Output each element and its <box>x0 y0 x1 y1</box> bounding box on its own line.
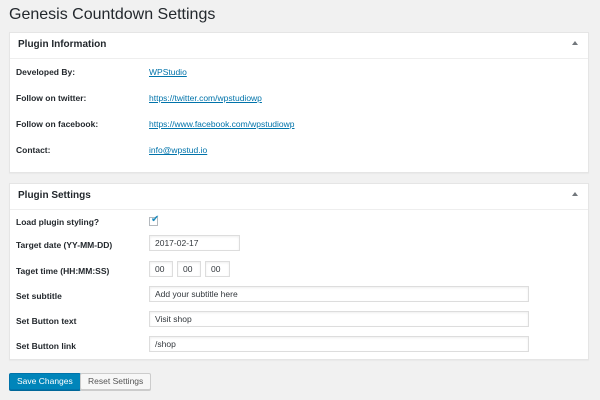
developer-link[interactable]: WPStudio <box>149 67 187 77</box>
button-link-label: Set Button link <box>16 341 76 351</box>
target-time-minutes-input[interactable]: 00 <box>177 261 201 277</box>
subtitle-input[interactable]: Add your subtitle here <box>149 286 529 302</box>
facebook-label: Follow on facebook: <box>16 119 99 129</box>
developer-label: Developed By: <box>16 67 76 77</box>
toggle-triangle-up-icon[interactable] <box>572 192 578 196</box>
subtitle-label: Set subtitle <box>16 291 62 301</box>
toggle-triangle-up-icon[interactable] <box>572 41 578 45</box>
contact-label: Contact: <box>16 145 51 155</box>
button-text-input[interactable]: Visit shop <box>149 311 529 327</box>
button-text-label: Set Button text <box>16 316 77 326</box>
load-styling-checkbox[interactable]: ✔ <box>149 214 160 226</box>
plugin-information-header[interactable]: Plugin Information <box>10 33 588 59</box>
plugin-information-title: Plugin Information <box>18 39 107 50</box>
plugin-settings-header[interactable]: Plugin Settings <box>10 184 588 210</box>
target-time-hours-input[interactable]: 00 <box>149 261 173 277</box>
target-date-input[interactable]: 2017-02-17 <box>149 235 240 251</box>
facebook-link[interactable]: https://www.facebook.com/wpstudiowp <box>149 119 295 129</box>
target-date-label: Target date (YY-MM-DD) <box>16 240 113 250</box>
page-title: Genesis Countdown Settings <box>9 6 216 23</box>
contact-email-link[interactable]: info@wpstud.io <box>149 145 207 155</box>
plugin-information-box: Plugin Information Developed By: WPStudi… <box>9 32 589 173</box>
reset-settings-button[interactable]: Reset Settings <box>80 373 152 390</box>
twitter-link[interactable]: https://twitter.com/wpstudiowp <box>149 93 262 103</box>
save-changes-button[interactable]: Save Changes <box>9 373 81 390</box>
target-time-label: Taget time (HH:MM:SS) <box>16 266 110 276</box>
twitter-label: Follow on twitter: <box>16 93 87 103</box>
button-link-input[interactable]: /shop <box>149 336 529 352</box>
plugin-settings-title: Plugin Settings <box>18 190 91 201</box>
plugin-settings-box: Plugin Settings Load plugin styling? ✔ T… <box>9 183 589 360</box>
checkmark-icon: ✔ <box>151 214 160 225</box>
target-time-seconds-input[interactable]: 00 <box>205 261 230 277</box>
load-styling-label: Load plugin styling? <box>16 217 100 227</box>
